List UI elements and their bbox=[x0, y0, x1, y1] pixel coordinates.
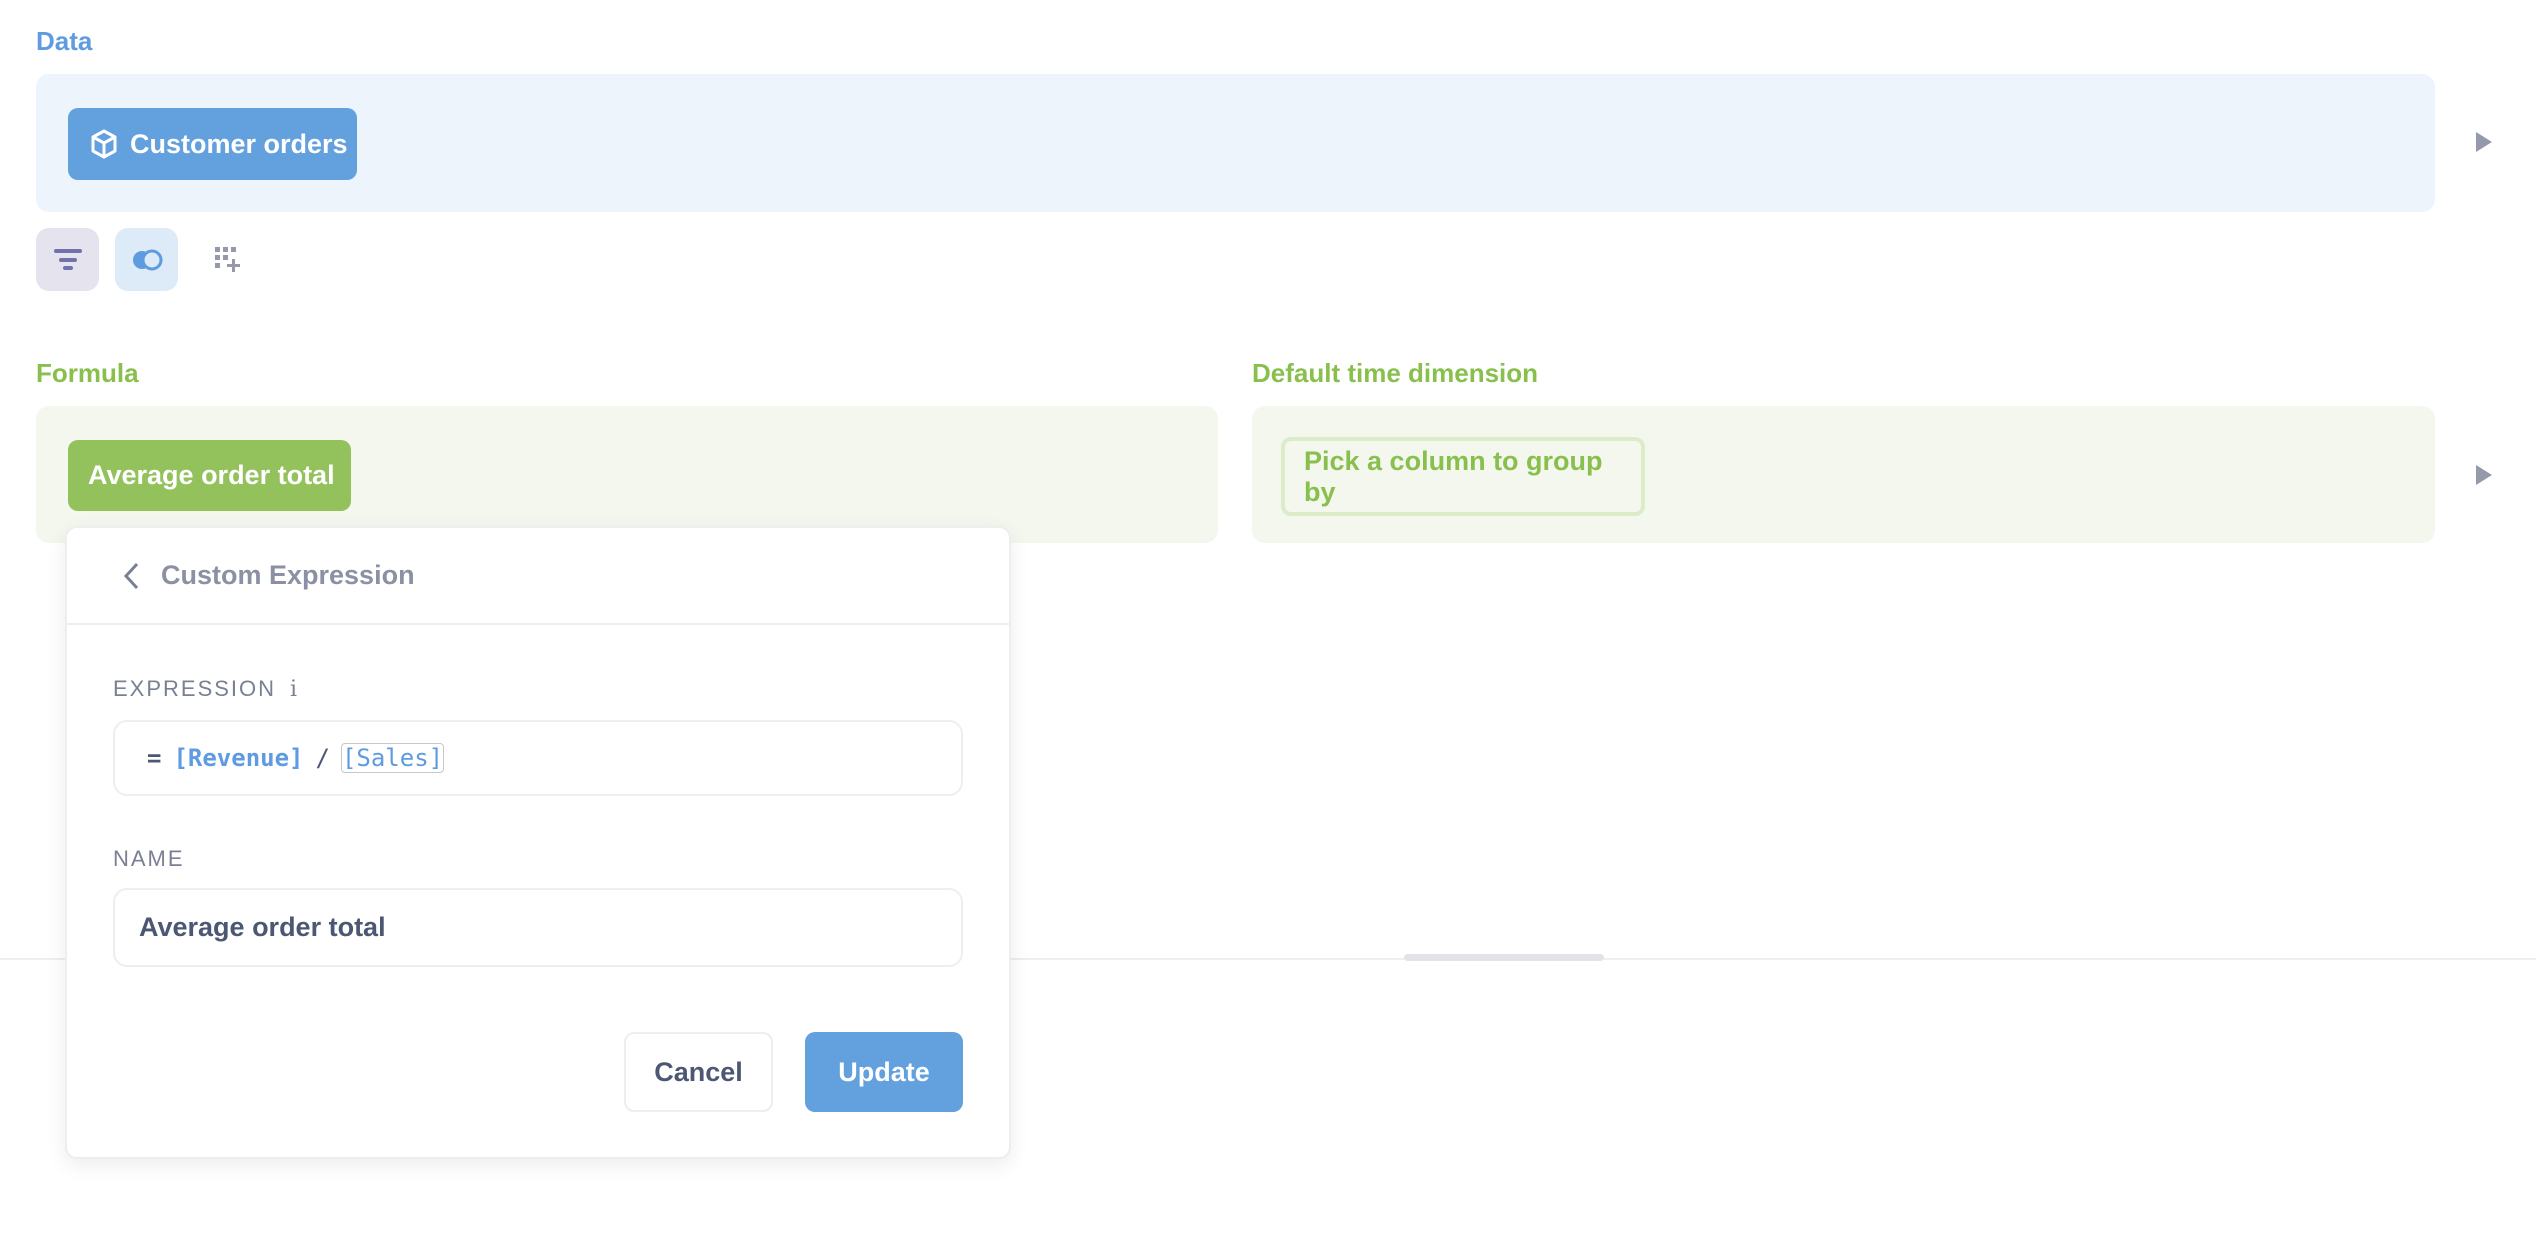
add-grid-icon bbox=[214, 246, 240, 272]
data-step-container bbox=[36, 74, 2435, 212]
popover-header[interactable]: Custom Expression bbox=[67, 528, 1009, 625]
formula-metric-label: Average order total bbox=[88, 460, 335, 490]
data-source-button[interactable]: Customer orders bbox=[68, 108, 357, 180]
cancel-button[interactable]: Cancel bbox=[624, 1032, 773, 1112]
update-button[interactable]: Update bbox=[805, 1032, 963, 1112]
expression-token-revenue: [Revenue] bbox=[173, 744, 304, 772]
name-input-value: Average order total bbox=[139, 912, 386, 942]
name-input[interactable]: Average order total bbox=[113, 888, 963, 967]
expression-equals: = bbox=[147, 744, 162, 772]
formula-metric-button[interactable]: Average order total bbox=[68, 440, 351, 511]
join-icon bbox=[132, 249, 162, 270]
custom-expression-popover: Custom Expression EXPRESSION i = [Revenu… bbox=[65, 526, 1011, 1159]
expression-input[interactable]: = [Revenue] / [Sales] bbox=[113, 720, 963, 796]
pick-column-label: Pick a column to group by bbox=[1304, 445, 1603, 507]
expression-operator: / bbox=[315, 744, 330, 772]
time-dimension-section-label: Default time dimension bbox=[1252, 358, 1539, 388]
cube-icon bbox=[91, 129, 117, 159]
filter-icon bbox=[53, 248, 82, 270]
preview-arrow-icon-2[interactable] bbox=[2476, 465, 2492, 485]
expression-token-sales: [Sales] bbox=[340, 743, 445, 773]
name-label: NAME bbox=[113, 846, 185, 871]
expression-label: EXPRESSION bbox=[113, 676, 277, 701]
filter-button[interactable] bbox=[36, 228, 99, 291]
custom-column-button[interactable] bbox=[196, 228, 259, 291]
preview-arrow-icon[interactable] bbox=[2476, 132, 2492, 152]
data-section-label: Data bbox=[36, 26, 93, 56]
data-source-label: Customer orders bbox=[130, 128, 348, 159]
formula-section-label: Formula bbox=[36, 358, 139, 388]
join-button[interactable] bbox=[115, 228, 178, 291]
popover-title: Custom Expression bbox=[161, 560, 415, 590]
chevron-left-icon[interactable] bbox=[123, 562, 139, 590]
pick-column-button[interactable]: Pick a column to group by bbox=[1281, 437, 1645, 516]
info-icon[interactable]: i bbox=[290, 677, 297, 702]
resize-handle[interactable] bbox=[1404, 954, 1604, 961]
